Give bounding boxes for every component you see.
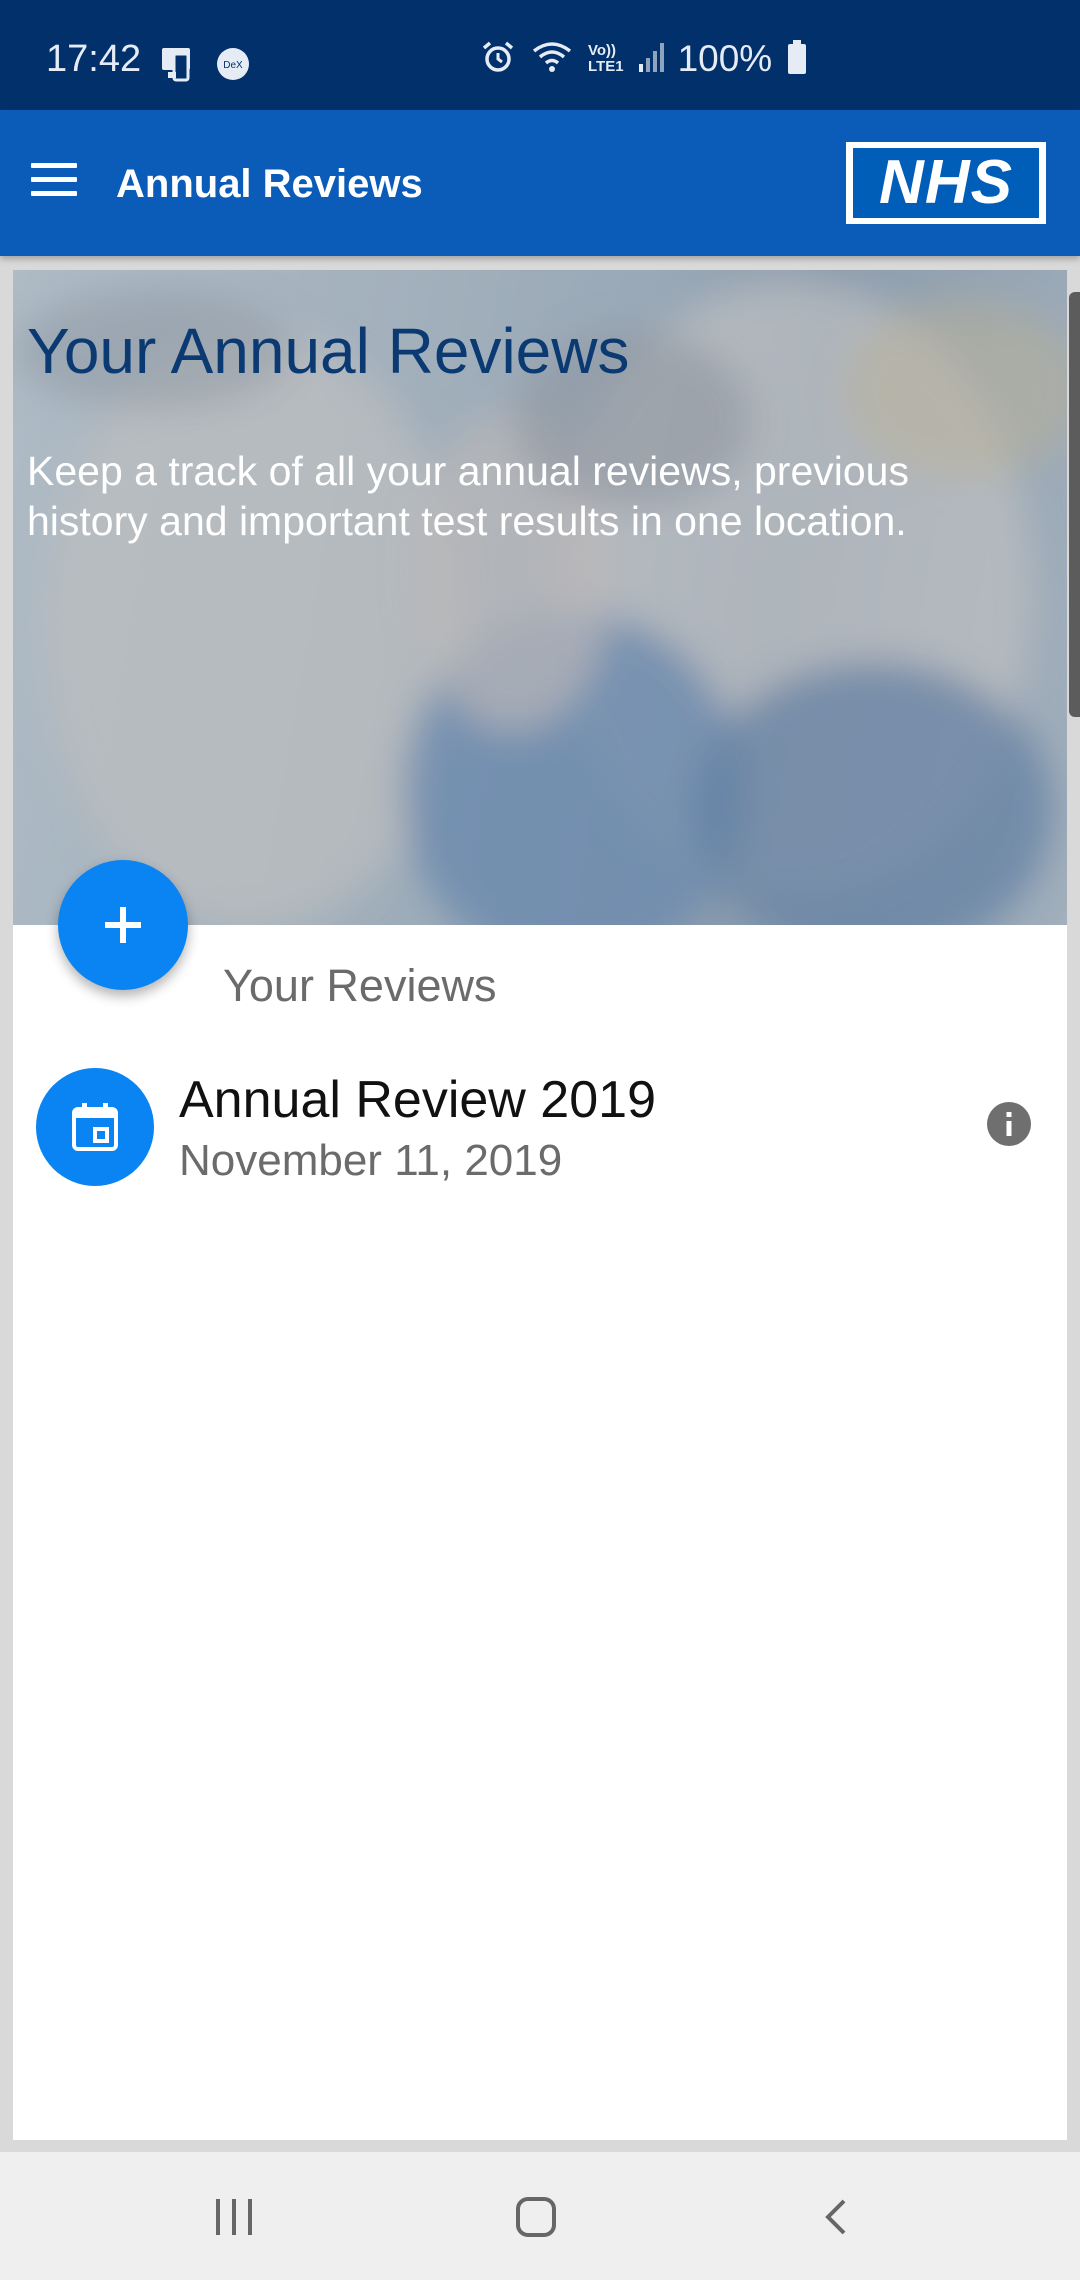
status-left-icons: DeX xyxy=(160,46,250,87)
info-button[interactable] xyxy=(987,1102,1031,1146)
nhs-logo-text: NHS xyxy=(853,148,1039,218)
plus-icon xyxy=(105,907,141,943)
review-title: Annual Review 2019 xyxy=(179,1071,656,1129)
calendar-icon xyxy=(72,1103,118,1151)
menu-icon-line xyxy=(31,177,77,182)
volte-label-top: Vo)) xyxy=(588,42,617,59)
menu-icon-line xyxy=(31,191,77,196)
hero-description: Keep a track of all your annual reviews,… xyxy=(27,448,909,544)
reviews-card: Your Annual Reviews Keep a track of all … xyxy=(13,270,1067,2140)
add-review-button[interactable] xyxy=(58,860,188,990)
volte-label-bottom: LTE1 xyxy=(588,58,624,75)
review-avatar xyxy=(36,1068,154,1186)
status-bar: 17:42 DeX Vo)) LTE1 100% xyxy=(0,0,1080,110)
nhs-logo: NHS xyxy=(846,142,1046,224)
status-time: 17:42 xyxy=(46,38,142,80)
back-icon xyxy=(825,2199,846,2235)
section-heading: Your Reviews xyxy=(223,960,497,1011)
review-date: November 11, 2019 xyxy=(179,1136,563,1185)
hero-title: Your Annual Reviews xyxy=(27,315,630,387)
volte-icon: Vo)) LTE1 xyxy=(588,43,624,75)
menu-button[interactable] xyxy=(22,154,86,214)
recent-apps-icon xyxy=(216,2199,252,2235)
alarm-icon xyxy=(480,39,516,80)
dex-icon: DeX xyxy=(216,47,250,86)
menu-icon-line xyxy=(31,163,77,168)
home-icon xyxy=(516,2197,556,2237)
list-item-review[interactable]: Annual Review 2019 November 11, 2019 xyxy=(13,1060,1067,1200)
battery-icon xyxy=(786,39,808,80)
home-button[interactable] xyxy=(496,2182,576,2252)
hero-banner: Your Annual Reviews Keep a track of all … xyxy=(13,270,1067,925)
signal-icon xyxy=(638,40,664,79)
system-nav-bar xyxy=(0,2152,1080,2280)
wifi-icon xyxy=(530,39,574,80)
dex-device-icon xyxy=(160,46,200,87)
recent-apps-button[interactable] xyxy=(194,2182,274,2252)
status-right-icons: Vo)) LTE1 100% xyxy=(480,38,808,80)
svg-text:DeX: DeX xyxy=(223,60,243,71)
app-bar: Annual Reviews NHS xyxy=(0,110,1080,256)
back-button[interactable] xyxy=(798,2182,878,2252)
app-title: Annual Reviews xyxy=(116,162,423,206)
battery-percent: 100% xyxy=(677,38,773,79)
scrollbar[interactable] xyxy=(1069,292,1080,717)
info-icon xyxy=(1006,1112,1012,1136)
